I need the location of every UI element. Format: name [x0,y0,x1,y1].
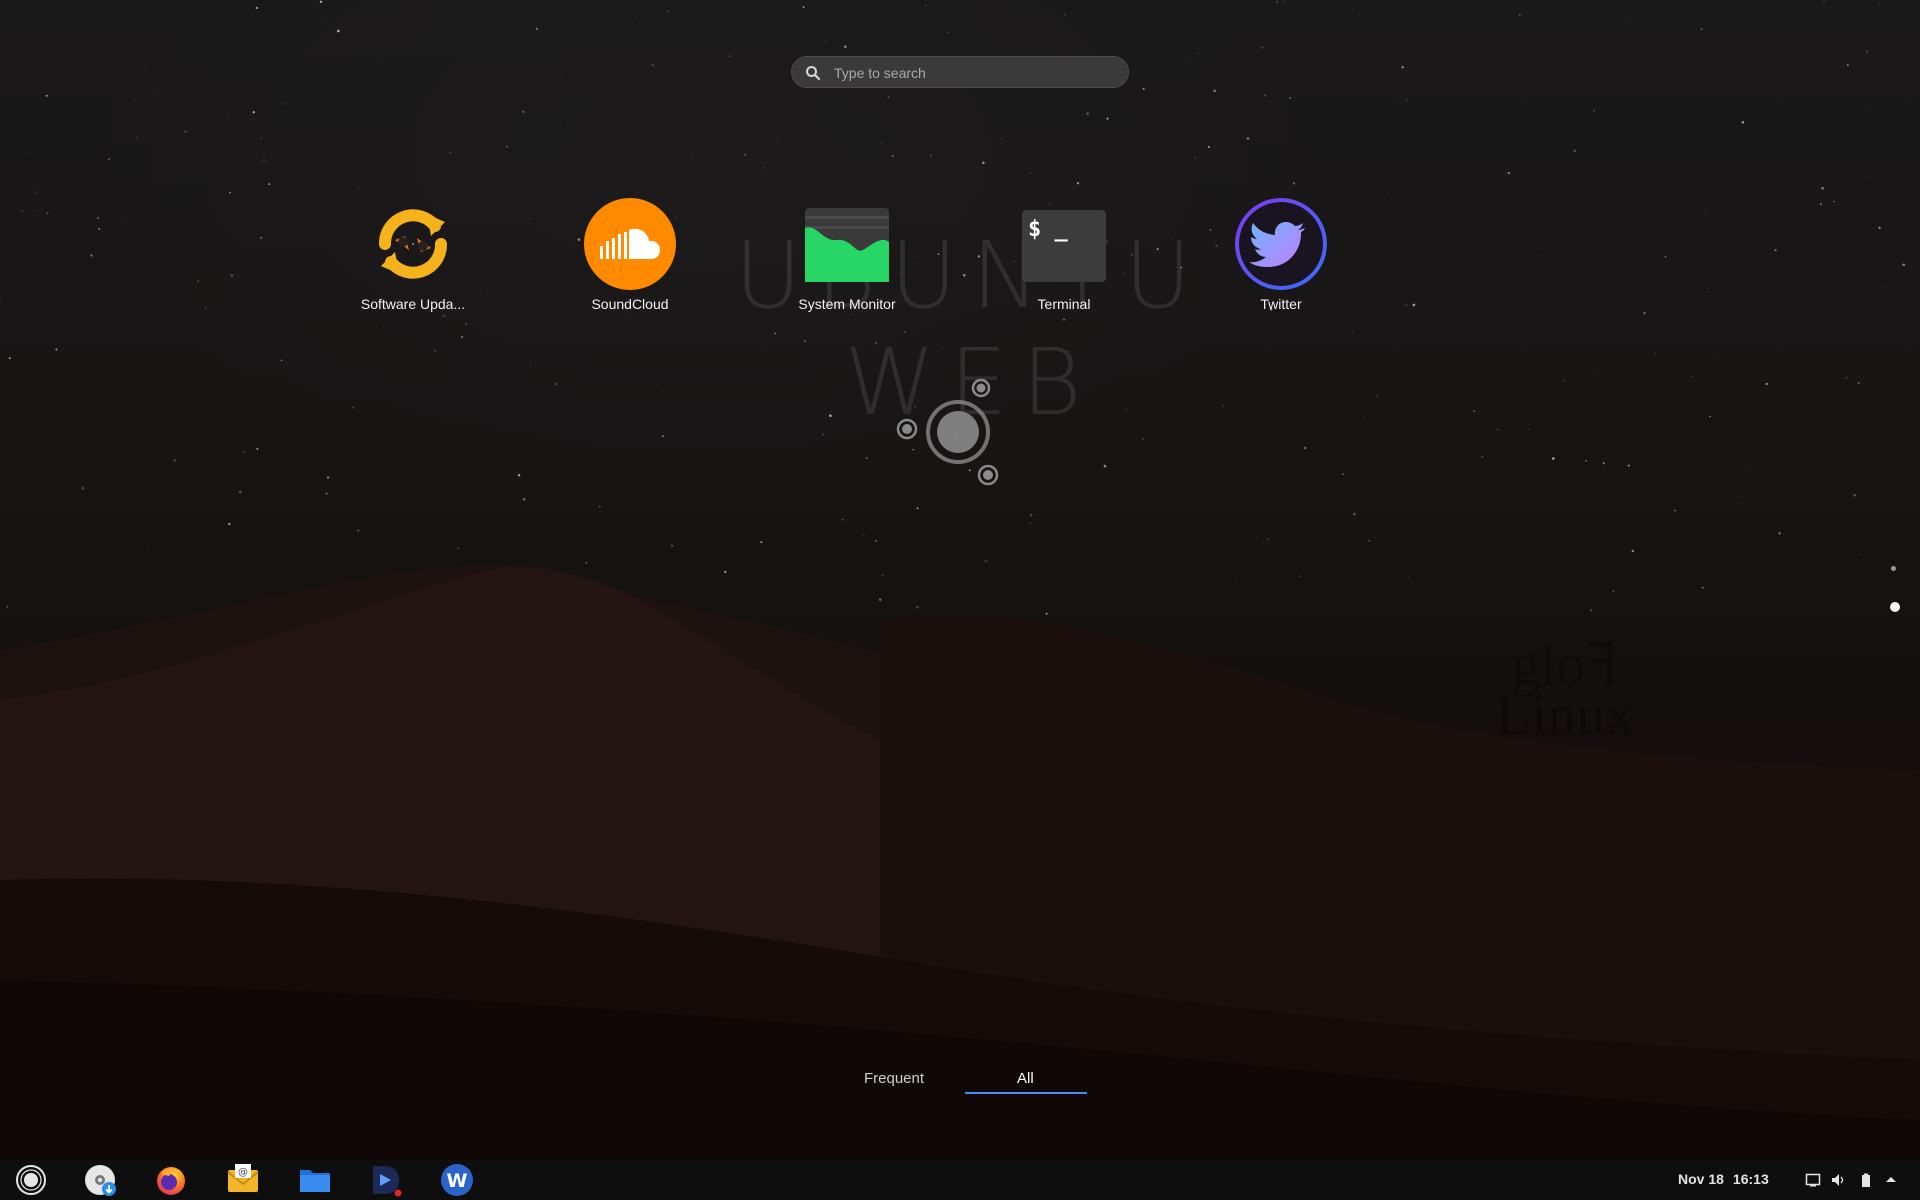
search-input[interactable] [832,57,1116,89]
files-icon [300,1170,330,1192]
volume-icon[interactable] [1830,1172,1846,1188]
video-player-icon [373,1166,402,1197]
taskbar: @ W Nov 18 16:13 [0,1160,1920,1200]
app-label: Software Upda... [360,296,466,312]
system-monitor-icon [805,208,889,282]
svg-text:@: @ [238,1167,248,1178]
app-label: SoundCloud [591,296,669,312]
svg-text:$ _: $ _ [1028,217,1068,242]
active-tab-underline [965,1092,1087,1094]
battery-icon[interactable] [1858,1172,1874,1188]
ubuntu-logo-icon [896,378,999,486]
app-soundcloud[interactable]: SoundCloud [550,196,710,336]
taskbar-files[interactable] [286,1160,344,1200]
tray-arrow-icon[interactable] [1883,1172,1899,1188]
software-updater-icon [379,209,447,279]
taskbar-firefox[interactable] [142,1160,200,1200]
search-bar[interactable] [791,56,1129,89]
app-view-tabs: Frequent All [845,1060,1087,1100]
tab-all[interactable]: All [1017,1070,1034,1087]
app-label: Terminal [1037,296,1091,312]
desert-dunes-background [0,564,1920,1200]
svg-text:W: W [447,1170,468,1192]
software-center-icon [85,1165,116,1196]
firefox-icon [157,1167,185,1195]
app-system-monitor[interactable]: System Monitor [767,196,927,336]
app-label: Twitter [1260,296,1302,312]
clock[interactable]: Nov 18 16:13 [1678,1171,1778,1187]
mail-icon: @ [227,1164,259,1192]
screen-icon[interactable] [1805,1172,1821,1188]
taskbar-video-player[interactable] [357,1160,415,1200]
tab-frequent[interactable]: Frequent [864,1070,924,1087]
taskbar-app-launcher[interactable] [2,1160,60,1200]
webapps-icon: W [441,1164,473,1196]
terminal-icon: $ _ [1022,210,1106,282]
soundcloud-icon [584,198,676,290]
taskbar-software-center[interactable] [71,1160,129,1200]
search-icon [806,66,821,81]
app-launcher-icon [16,1165,46,1195]
clock-date: Nov 18 [1678,1171,1724,1187]
page-dot-2-active[interactable] [1890,602,1900,612]
app-label: System Monitor [798,296,896,312]
taskbar-mail[interactable]: @ [214,1160,272,1200]
page-indicator [1886,562,1902,618]
app-software-updater[interactable]: Software Upda... [333,196,493,336]
wallpaper-signature: gloꟻ Linux [1495,632,1635,747]
page-dot-1[interactable] [1891,566,1896,571]
app-terminal[interactable]: $ _ Terminal [984,196,1144,336]
clock-time: 16:13 [1732,1171,1769,1187]
starfield-background [0,0,1906,620]
taskbar-webapps[interactable]: W [428,1160,486,1200]
twitter-icon [1235,198,1327,290]
app-twitter[interactable]: Twitter [1201,196,1361,336]
